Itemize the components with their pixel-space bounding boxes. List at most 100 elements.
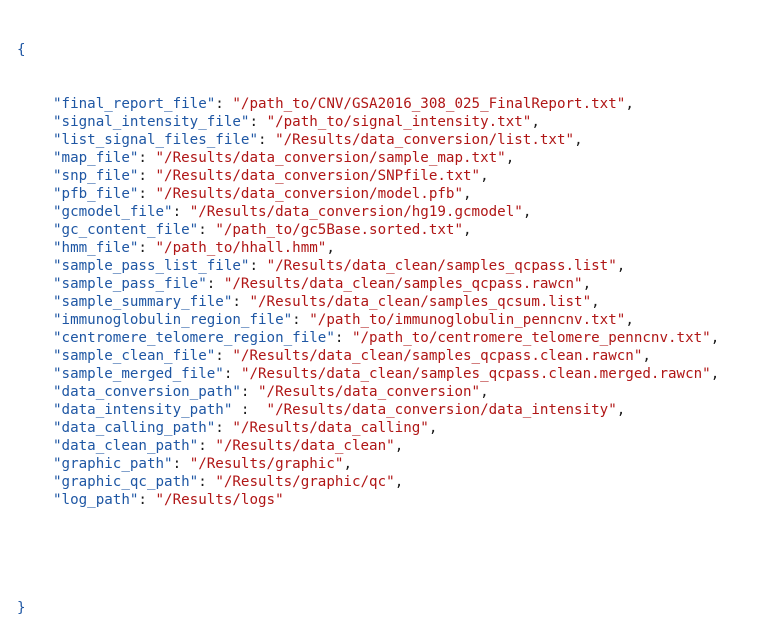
json-entry-line: "graphic_qc_path": "/Results/graphic/qc"… <box>17 473 719 491</box>
json-key: "map_file" <box>53 150 139 166</box>
json-entry-line: "final_report_file": "/path_to/CNV/GSA20… <box>17 95 719 113</box>
json-key: "immunoglobulin_region_file" <box>53 312 293 328</box>
json-comma: , <box>710 366 720 382</box>
json-key: "sample_merged_file" <box>53 366 224 382</box>
json-separator: : <box>232 294 250 310</box>
json-entry-line: "graphic_path": "/Results/graphic", <box>17 455 719 473</box>
json-separator: : <box>138 240 156 256</box>
open-brace: { <box>17 42 26 58</box>
json-key: "list_signal_files_file" <box>53 132 258 148</box>
json-comma: , <box>522 204 532 220</box>
json-key: "signal_intensity_file" <box>53 114 250 130</box>
json-key: "data_intensity_path" <box>53 402 233 418</box>
json-entry-line: "sample_summary_file": "/Results/data_cl… <box>17 293 719 311</box>
json-key: "sample_clean_file" <box>53 348 216 364</box>
json-entry-line: "data_intensity_path" : "/Results/data_c… <box>17 401 719 419</box>
json-key: "sample_pass_file" <box>53 276 207 292</box>
close-brace: } <box>17 600 26 616</box>
json-entry-line: "gcmodel_file": "/Results/data_conversio… <box>17 203 719 221</box>
json-key: "gc_content_file" <box>53 222 199 238</box>
json-key: "log_path" <box>53 492 139 508</box>
json-value: "/path_to/centromere_telomere_penncnv.tx… <box>351 330 711 346</box>
json-entry-line: "gc_content_file": "/path_to/gc5Base.sor… <box>17 221 719 239</box>
json-value: "/Results/data_clean/samples_qcpass.rawc… <box>223 276 583 292</box>
json-comma: , <box>463 186 472 202</box>
json-entry-line: "sample_clean_file": "/Results/data_clea… <box>17 347 719 365</box>
json-separator: : <box>249 114 267 130</box>
json-separator: : <box>292 312 310 328</box>
json-entry-line: "log_path": "/Results/logs" <box>17 491 719 509</box>
json-value: "/Results/data_clean/samples_qcpass.list… <box>266 258 617 274</box>
json-comma: , <box>343 456 352 472</box>
json-value: "/Results/data_conversion/data_intensity… <box>266 402 617 418</box>
json-value: "/Results/data_conversion" <box>258 384 481 400</box>
json-key: "data_conversion_path" <box>53 384 241 400</box>
json-entry-line: "list_signal_files_file": "/Results/data… <box>17 131 719 149</box>
json-comma: , <box>625 312 634 328</box>
json-value: "/Results/data_conversion/SNPfile.txt" <box>155 168 481 184</box>
json-code-block: { "final_report_file": "/path_to/CNV/GSA… <box>17 5 719 635</box>
json-value: "/Results/data_clean/samples_qcsum.list" <box>249 294 592 310</box>
json-separator: : <box>138 186 156 202</box>
json-entry-line: "snp_file": "/Results/data_conversion/SN… <box>17 167 719 185</box>
json-key: "graphic_qc_path" <box>53 474 199 490</box>
json-entry-line: "pfb_file": "/Results/data_conversion/mo… <box>17 185 719 203</box>
json-key: "sample_summary_file" <box>53 294 233 310</box>
json-separator: : <box>198 222 216 238</box>
json-value: "/path_to/gc5Base.sorted.txt" <box>215 222 464 238</box>
json-separator: : <box>172 204 190 220</box>
json-comma: , <box>531 114 540 130</box>
json-value: "/Results/data_clean" <box>215 438 395 454</box>
json-separator: : <box>249 258 267 274</box>
json-entry-line: "sample_pass_list_file": "/Results/data_… <box>17 257 719 275</box>
json-value: "/Results/graphic" <box>189 456 344 472</box>
json-key: "graphic_path" <box>53 456 173 472</box>
json-separator: : <box>138 492 156 508</box>
json-comma: , <box>480 168 489 184</box>
json-entries: "final_report_file": "/path_to/CNV/GSA20… <box>17 95 719 509</box>
json-value: "/Results/data_clean/samples_qcpass.clea… <box>240 366 711 382</box>
json-value: "/Results/data_conversion/hg19.gcmodel" <box>189 204 523 220</box>
json-separator: : <box>240 384 259 400</box>
json-comma: , <box>591 294 600 310</box>
json-value: "/Results/data_clean/samples_qcpass.clea… <box>232 348 643 364</box>
json-comma: , <box>625 96 634 112</box>
json-value: "/Results/data_conversion/sample_map.txt… <box>155 150 506 166</box>
close-brace-line: } <box>17 599 719 617</box>
json-separator: : <box>215 348 233 364</box>
json-separator: : <box>198 474 216 490</box>
json-entry-line: "data_conversion_path": "/Results/data_c… <box>17 383 719 401</box>
open-brace-line: { <box>17 41 719 59</box>
json-separator: : <box>215 420 233 436</box>
json-comma: , <box>326 240 335 256</box>
json-value: "/path_to/hhall.hmm" <box>155 240 327 256</box>
json-value: "/Results/data_conversion/model.pfb" <box>155 186 464 202</box>
json-value: "/path_to/CNV/GSA2016_308_025_FinalRepor… <box>232 96 626 112</box>
json-comma: , <box>574 132 583 148</box>
json-entry-line: "hmm_file": "/path_to/hhall.hmm", <box>17 239 719 257</box>
json-key: "gcmodel_file" <box>53 204 173 220</box>
json-comma: , <box>642 348 651 364</box>
json-separator: : <box>334 330 352 346</box>
json-separator: : <box>215 96 233 112</box>
json-comma: , <box>710 330 720 346</box>
json-value: "/path_to/immunoglobulin_penncnv.txt" <box>309 312 626 328</box>
json-entry-line: "immunoglobulin_region_file": "/path_to/… <box>17 311 719 329</box>
json-value: "/Results/logs" <box>155 492 284 508</box>
json-entry-line: "sample_pass_file": "/Results/data_clean… <box>17 275 719 293</box>
json-key: "snp_file" <box>53 168 139 184</box>
json-separator: : <box>223 366 241 382</box>
json-comma: , <box>616 258 626 274</box>
json-separator: : <box>232 402 267 418</box>
json-comma: , <box>616 402 626 418</box>
json-entry-line: "centromere_telomere_region_file": "/pat… <box>17 329 719 347</box>
json-key: "centromere_telomere_region_file" <box>53 330 335 346</box>
json-comma: , <box>394 474 404 490</box>
json-comma: , <box>428 420 438 436</box>
json-separator: : <box>138 150 156 166</box>
json-entry-line: "data_calling_path": "/Results/data_call… <box>17 419 719 437</box>
json-comma: , <box>394 438 404 454</box>
json-separator: : <box>198 438 216 454</box>
json-separator: : <box>206 276 224 292</box>
